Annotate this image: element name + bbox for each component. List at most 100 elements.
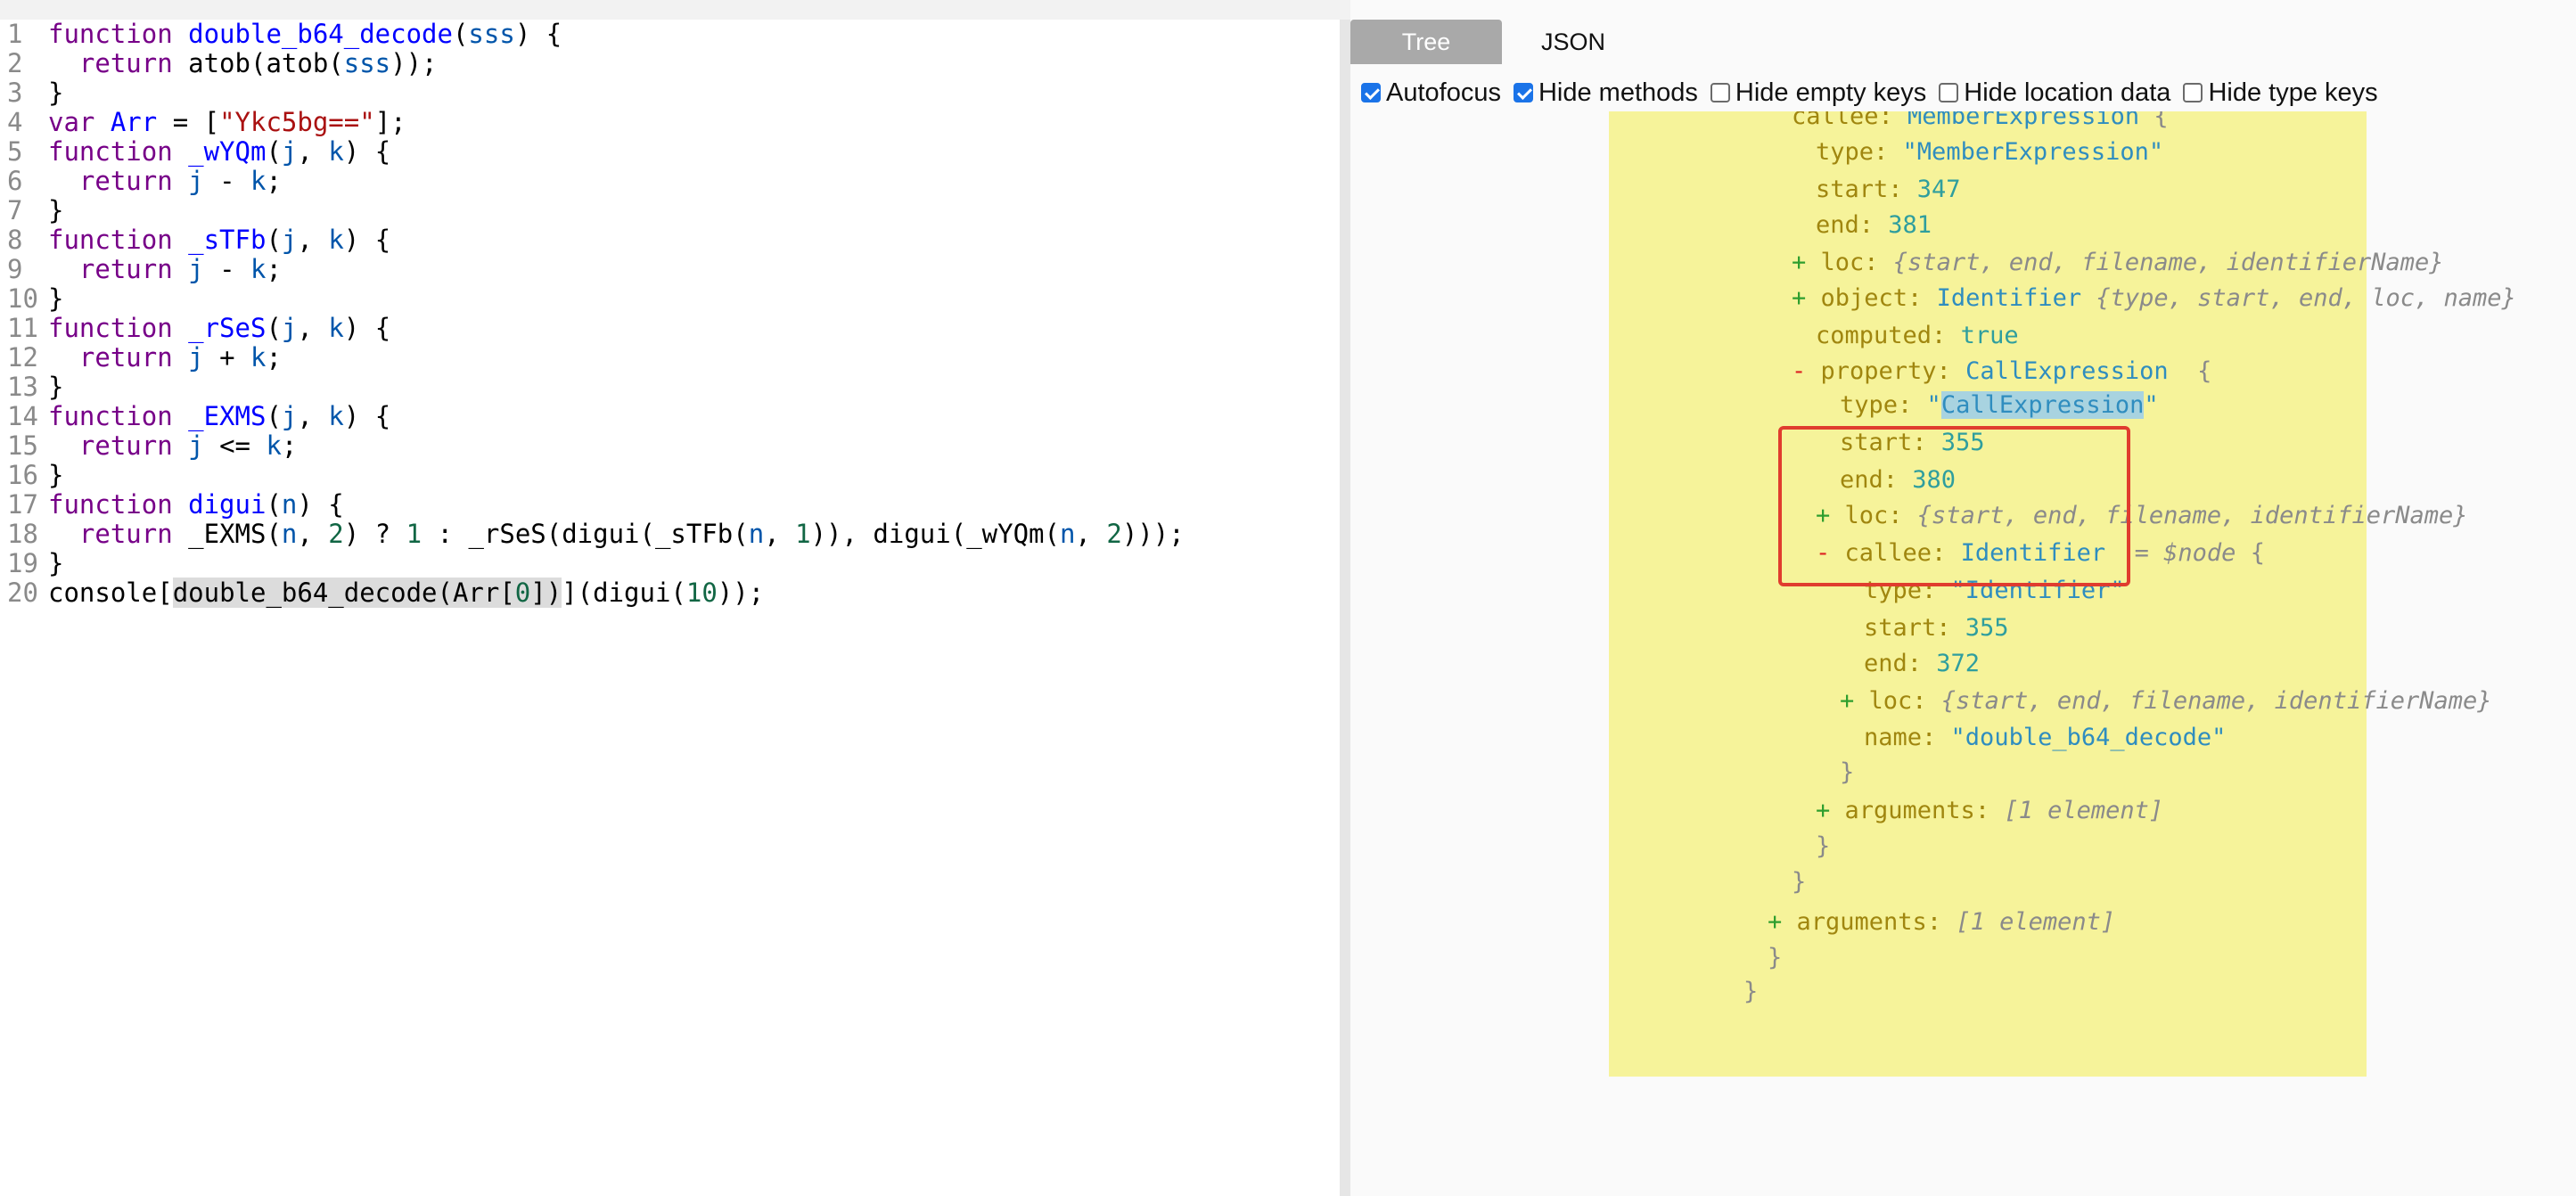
panel-divider[interactable] [1340,20,1350,1196]
tree-node-row[interactable]: + loc: {start, end, filename, identifier… [1792,245,2444,281]
tree-token: " [2144,391,2159,419]
tree-node-row[interactable]: computed: true [1816,318,2019,354]
option-hide-empty-keys[interactable]: Hide empty keys [1710,78,1926,108]
tree-token: arguments: [1844,797,2005,824]
tree-node-row[interactable]: } [1816,829,1830,864]
code-editor[interactable]: 1 function double_b64_decode(sss) {2 retu… [0,20,1340,1196]
option-hide-type-keys[interactable]: Hide type keys [2183,78,2378,108]
code-token: return [78,519,189,549]
code-token: ( [266,401,282,431]
tree-node-row[interactable]: end: 372 [1864,646,1980,682]
tree-node-row[interactable]: + arguments: [1 element] [1768,905,2115,940]
line-code: } [48,373,63,402]
tree-token: callee: [1792,111,1908,130]
tree-node-row[interactable]: } [1743,974,1758,1010]
checkbox[interactable] [1361,83,1381,102]
code-token: console[ [48,578,173,608]
expand-toggle-icon[interactable]: + [1816,797,1845,824]
tree-node-row[interactable]: } [1792,864,1806,900]
tree-token: MemberExpression [1907,111,2140,130]
tab-json[interactable]: JSON [1502,20,1645,64]
code-token: ) { [343,401,391,431]
line-code: return _EXMS(n, 2) ? 1 : _rSeS(digui(_sT… [48,520,1185,549]
tree-token: {type, start, end, loc, name} [2096,284,2516,312]
code-token: , [297,225,329,255]
code-token: return [78,48,189,78]
tree-node-row[interactable]: type: "MemberExpression" [1816,135,2163,170]
tree-node-row[interactable]: + arguments: [1 element] [1816,793,2163,829]
line-number: 12 [7,342,38,373]
code-token: _rSeS [188,313,267,343]
tree-node-row[interactable]: + loc: {start, end, filename, identifier… [1840,684,2492,719]
checkbox[interactable] [1939,83,1959,102]
code-token: sss [343,48,391,78]
code-token: 1 [406,519,422,549]
code-token: , [297,519,329,549]
code-token: _EXMS [188,401,267,431]
expand-toggle-icon[interactable]: + [1792,284,1821,312]
code-token: k [250,254,267,284]
checkbox[interactable] [2183,83,2203,102]
code-token: } [48,372,64,402]
code-token: ( [266,225,282,255]
checkbox[interactable] [1513,83,1533,102]
code-token: } [48,548,64,578]
tree-token: 355 [1965,614,2009,642]
checkbox[interactable] [1710,83,1730,102]
tree-node-row[interactable]: end: 381 [1816,208,1932,243]
tree-token: { [2250,539,2265,567]
option-label: Hide empty keys [1735,78,1927,107]
expand-toggle-icon[interactable]: + [1840,687,1869,715]
option-autofocus[interactable]: Autofocus [1361,78,1501,108]
code-token: n [1059,519,1076,549]
tree-token: } [1768,944,1783,971]
tree-node-row[interactable]: start: 355 [1864,610,2009,646]
tree-node-row[interactable]: } [1840,755,1854,791]
code-token: )), digui(_wYQm( [810,519,1060,549]
expand-toggle-icon[interactable]: + [1792,249,1821,276]
code-token: function [48,401,189,431]
tree-token: CallExpression [1965,357,2169,385]
tree-node-row[interactable]: type: "CallExpression" [1840,388,2159,423]
tree-node-row[interactable]: + object: Identifier {type, start, end, … [1792,281,2516,316]
code-token: ) { [343,225,391,255]
option-hide-methods[interactable]: Hide methods [1513,78,1698,108]
line-number: 20 [7,578,38,608]
tree-token: 372 [1936,650,1981,677]
code-token: ; [281,430,298,461]
code-token: )); [390,48,438,78]
tree-node-row[interactable]: name: "double_b64_decode" [1864,720,2226,756]
code-token: j [188,430,204,461]
expand-toggle-icon[interactable]: + [1768,908,1797,936]
option-hide-location-data[interactable]: Hide location data [1939,78,2170,108]
tree-node-row[interactable]: - property: CallExpression { [1792,354,2211,389]
tab-tree[interactable]: Tree [1350,20,1502,64]
tree-token: 381 [1888,211,1932,239]
code-token: n [281,489,298,520]
tree-token: " [1926,391,1941,419]
tree-token: true [1960,322,2019,349]
tree-node-row[interactable]: callee: MemberExpression { [1792,111,2169,135]
ast-tree: callee: MemberExpression {type: "MemberE… [1350,111,2576,1196]
code-token: return [78,430,189,461]
line-code: return atob(atob(sss)); [48,49,438,78]
line-number: 2 [7,48,23,78]
tree-node-row[interactable]: start: 347 [1816,172,1961,208]
code-token: n [281,519,298,549]
code-token: 1 [795,519,811,549]
tree-node-row[interactable]: } [1768,940,1782,976]
code-token: return [78,254,189,284]
line-number: 16 [7,460,38,490]
expand-toggle-icon[interactable]: - [1792,357,1821,385]
line-number: 7 [7,195,23,225]
code-token: 2 [328,519,344,549]
tree-token: arguments: [1796,908,1957,936]
tree-token: "MemberExpression" [1902,138,2164,166]
line-number: 19 [7,548,38,578]
tree-token: loc: [1868,687,1941,715]
code-token: j [188,342,204,373]
code-token: - [203,254,250,284]
code-token: double_b64_decode(Arr[ [172,578,515,608]
